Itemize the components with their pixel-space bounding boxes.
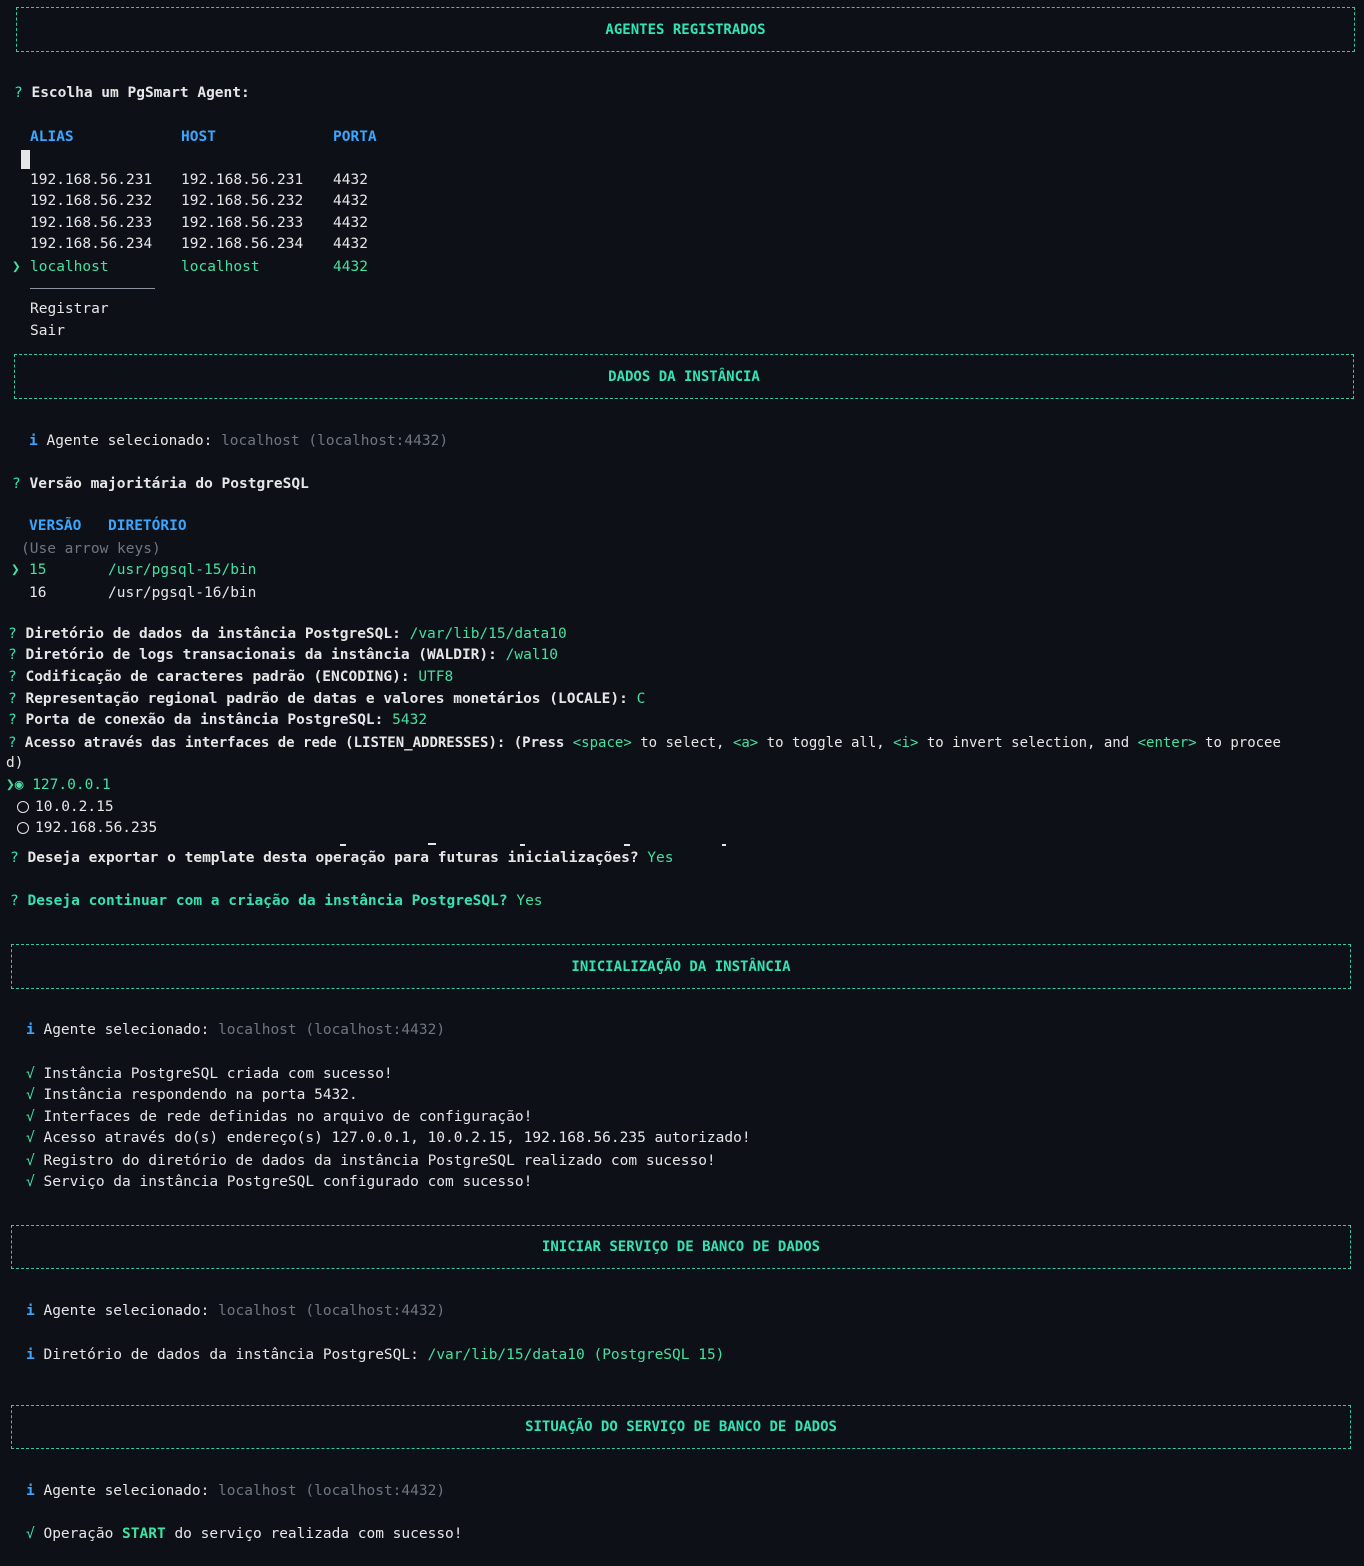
init-result: √ Instância PostgreSQL criada com sucess… — [26, 1066, 393, 1082]
info-icon: i — [26, 1303, 35, 1319]
listen-option[interactable]: 10.0.2.15 — [17, 797, 114, 817]
section-title: INICIALIZAÇÃO DA INSTÂNCIA — [571, 958, 791, 975]
init-result: √ Interfaces de rede definidas no arquiv… — [26, 1109, 533, 1125]
radio-checked-icon: ◉ — [14, 777, 24, 793]
section-title: DADOS DA INSTÂNCIA — [608, 368, 760, 385]
check-icon: √ — [26, 1066, 35, 1082]
render-artifact — [340, 844, 346, 846]
question-export-template: ? Deseja exportar o template desta opera… — [10, 850, 674, 866]
agent-selected-info: i Agente selecionado: localhost (localho… — [26, 1022, 446, 1038]
col-port-header: PORTA — [333, 129, 377, 145]
menu-separator — [30, 288, 155, 289]
col-version-header: VERSÃO — [29, 518, 82, 534]
question-listen-addresses: ? Acesso através das interfaces de rede … — [8, 735, 1281, 751]
section-agents: AGENTES REGISTRADOS — [16, 7, 1355, 52]
version-prompt: ? Versão majoritária do PostgreSQL — [12, 476, 309, 492]
render-artifact — [624, 844, 630, 846]
question-waldir: ? Diretório de logs transacionais da ins… — [8, 647, 558, 663]
listen-option-checked[interactable]: ❯◉ 127.0.0.1 — [6, 775, 111, 795]
exit-option[interactable]: Sair — [30, 321, 65, 341]
radio-unchecked-icon — [17, 822, 29, 834]
question-data-dir: ? Diretório de dados da instância Postgr… — [8, 626, 567, 642]
col-dir-header: DIRETÓRIO — [108, 518, 187, 534]
listen-option[interactable]: 192.168.56.235 — [17, 818, 157, 838]
info-icon: i — [29, 433, 38, 449]
register-option[interactable]: Registrar — [30, 299, 109, 319]
pointer-icon: ❯ — [12, 259, 21, 275]
render-artifact — [428, 843, 436, 845]
check-icon: √ — [26, 1174, 35, 1190]
listen-wrap: d) — [6, 755, 24, 771]
final-result: √ Operação START do serviço realizada co… — [26, 1526, 463, 1542]
agent-prompt: ? Escolha um PgSmart Agent: — [14, 85, 250, 101]
init-result: √ Acesso através do(s) endereço(s) 127.0… — [26, 1130, 751, 1146]
start-data-dir-info: i Diretório de dados da instância Postgr… — [26, 1347, 725, 1363]
arrow-keys-hint: (Use arrow keys) — [21, 541, 161, 557]
info-icon: i — [26, 1483, 35, 1499]
radio-unchecked-icon — [17, 801, 29, 813]
init-result: √ Serviço da instância PostgreSQL config… — [26, 1174, 533, 1190]
text-cursor — [21, 150, 30, 169]
section-title: AGENTES REGISTRADOS — [605, 21, 766, 38]
pointer-icon: ❯ — [11, 562, 20, 578]
pointer-icon: ❯ — [6, 777, 15, 793]
info-icon: i — [26, 1347, 35, 1363]
render-artifact — [722, 844, 726, 846]
section-title: SITUAÇÃO DO SERVIÇO DE BANCO DE DADOS — [525, 1419, 837, 1435]
info-icon: i — [26, 1022, 35, 1038]
question-port: ? Porta de conexão da instância PostgreS… — [8, 712, 428, 728]
question-continue: ? Deseja continuar com a criação da inst… — [10, 893, 543, 909]
render-artifact — [520, 844, 525, 846]
section-start: INICIAR SERVIÇO DE BANCO DE DADOS — [11, 1225, 1351, 1269]
check-icon: √ — [26, 1526, 35, 1542]
section-status: SITUAÇÃO DO SERVIÇO DE BANCO DE DADOS — [11, 1405, 1351, 1449]
check-icon: √ — [26, 1130, 35, 1146]
section-init: INICIALIZAÇÃO DA INSTÂNCIA — [11, 944, 1351, 989]
question-locale: ? Representação regional padrão de datas… — [8, 691, 646, 707]
question-encoding: ? Codificação de caracteres padrão (ENCO… — [8, 669, 454, 685]
check-icon: √ — [26, 1087, 35, 1103]
agent-selected-info: i Agente selecionado: localhost (localho… — [29, 433, 449, 449]
init-result: √ Instância respondendo na porta 5432. — [26, 1087, 358, 1103]
section-instance: DADOS DA INSTÂNCIA — [14, 354, 1354, 399]
agent-selected-info: i Agente selecionado: localhost (localho… — [26, 1303, 446, 1319]
check-icon: √ — [26, 1153, 35, 1169]
init-result: √ Registro do diretório de dados da inst… — [26, 1153, 716, 1169]
agent-selected-info: i Agente selecionado: localhost (localho… — [26, 1483, 446, 1499]
col-alias-header: ALIAS — [30, 129, 74, 145]
col-host-header: HOST — [181, 129, 216, 145]
check-icon: √ — [26, 1109, 35, 1125]
section-title: INICIAR SERVIÇO DE BANCO DE DADOS — [541, 1239, 821, 1255]
